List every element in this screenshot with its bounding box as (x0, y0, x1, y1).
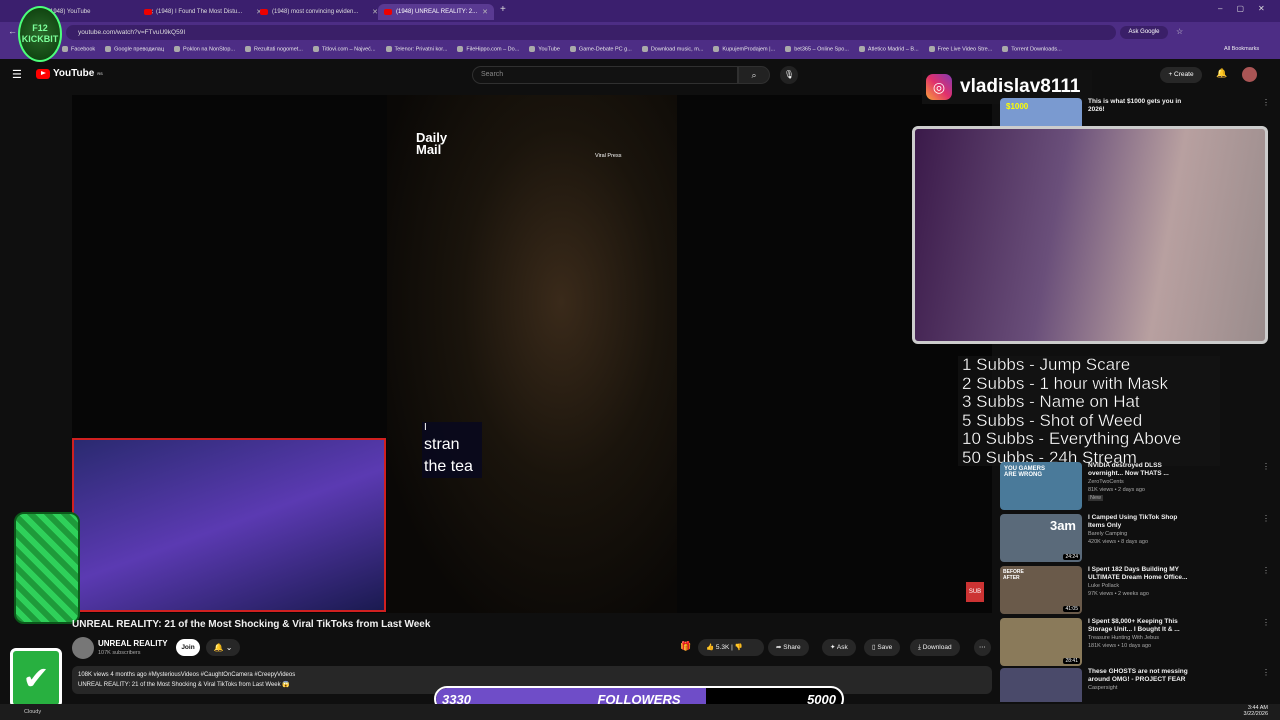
video-thumbnail: YOU GAMERS ARE WRONG (1000, 462, 1082, 510)
like-button[interactable]: 👍 5.3K | 👎 (698, 639, 764, 656)
daily-mail-watermark: Daily Mail (416, 130, 448, 157)
ask-button[interactable]: ✦ Ask (822, 639, 856, 656)
notification-bell-icon[interactable]: 🔔 (1216, 68, 1227, 79)
thumbs-up-icon: 👍 (706, 644, 715, 651)
youtube-play-icon (36, 68, 50, 79)
instagram-handle: vladislav8111 (960, 76, 1081, 97)
browser-tab[interactable]: (1948) most convincing eviden... ✕ (254, 4, 384, 20)
sub-goal: 2 Subbs - 1 hour with Mask (962, 373, 1168, 393)
download-button[interactable]: ⤓ Download (910, 639, 960, 656)
bookmark-item[interactable]: Atletico Madrid – B... (859, 46, 919, 56)
bookmark-item[interactable]: bet365 – Online Spo... (785, 46, 849, 56)
youtube-favicon-icon (384, 9, 392, 15)
weather-status: Cloudy (24, 709, 42, 715)
video-caption: I stran the tea (422, 422, 482, 478)
decorative-can-image (14, 512, 80, 624)
bookmark-item[interactable]: Torrent Downloads... (1002, 46, 1061, 56)
browser-tab-bar: (1948) YouTube✕ (1948) I Found The Most … (0, 0, 1280, 22)
bookmark-item[interactable]: Titlovi.com – Najveć... (313, 46, 376, 56)
more-options-icon[interactable]: ⋮ (1262, 618, 1270, 668)
sidebar-video-item[interactable]: 28:41 I Spent $8,000+ Keeping This Stora… (1000, 618, 1270, 668)
video-frame[interactable] (387, 95, 677, 613)
share-button[interactable]: ➦ Share (768, 639, 809, 656)
search-icon[interactable]: ⌕ (738, 66, 770, 84)
microphone-icon[interactable]: 🎙 (780, 66, 798, 84)
avatar[interactable] (1242, 67, 1257, 82)
bookmark-item[interactable]: Google преводилац (105, 46, 164, 56)
subscriber-count: 107K subscribers (98, 650, 141, 656)
url-input[interactable]: youtube.com/watch?v=FTvuU9kQ59I (66, 25, 1116, 40)
bell-icon: 🔔 (213, 643, 224, 652)
video-thumbnail: 28:41 (1000, 618, 1082, 666)
sub-goals-overlay: 1 Subbs - Jump Scare 2 Subbs - 1 hour wi… (958, 355, 1220, 466)
bookmark-item[interactable]: Free Live Video Stre... (929, 46, 993, 56)
chevron-down-icon: ⌄ (225, 643, 233, 652)
bookmark-item[interactable]: Game-Debate PC g... (570, 46, 632, 56)
save-button[interactable]: ▯ Save (864, 639, 901, 656)
bookmark-item[interactable]: Telenor: Privatni kor... (386, 46, 448, 56)
gift-icon[interactable]: 🎁 (680, 641, 691, 652)
more-options-icon[interactable]: ⋮ (1262, 566, 1270, 616)
share-icon: ➦ (776, 644, 782, 651)
bookmark-item[interactable]: Rezultati nogomet... (245, 46, 303, 56)
bookmark-item[interactable]: KupujemProdajem |... (713, 46, 775, 56)
bookmark-item[interactable]: Poklon na NonStop... (174, 46, 235, 56)
youtube-favicon-icon (144, 9, 152, 15)
video-stats: 108K views 4 months ago #MysteriousVideo… (78, 672, 296, 678)
video-title: UNREAL REALITY: 21 of the Most Shocking … (72, 619, 431, 630)
join-button[interactable]: Join (176, 639, 200, 656)
sidebar-video-item[interactable]: These GHOSTS are not messing around OMG!… (1000, 668, 1270, 702)
f12-kickbit-logo: F12 KICKBIT (18, 6, 62, 62)
new-tab-icon[interactable]: + (500, 4, 506, 15)
sidebar-video-item[interactable]: YOU GAMERS ARE WRONG NVIDIA destroyed DL… (1000, 462, 1270, 512)
browser-tab-active[interactable]: (1948) UNREAL REALITY: 2... ✕ (378, 4, 494, 20)
more-options-icon[interactable]: ⋮ (1262, 668, 1270, 702)
ask-google-button[interactable]: Ask Google (1120, 26, 1168, 39)
channel-name[interactable]: UNREAL REALITY (98, 639, 168, 648)
browser-tab[interactable]: (1948) I Found The Most Distu...✕ (138, 4, 268, 20)
bookmarks-bar: Facebook Google преводилац Poklon na Non… (0, 43, 1280, 59)
instagram-icon: ◎ (926, 74, 952, 100)
subscribe-watermark-icon[interactable]: SUB (966, 582, 984, 602)
search-input[interactable]: Search (472, 66, 738, 84)
sub-goal: 3 Subbs - Name on Hat (962, 392, 1140, 411)
video-thumbnail: 3am 24:24 (1000, 514, 1082, 562)
download-icon: ⤓ (918, 644, 921, 651)
bookmark-item[interactable]: Facebook (62, 46, 95, 56)
youtube-logo[interactable]: YouTube RS (36, 68, 103, 79)
channel-avatar[interactable] (72, 637, 94, 659)
sub-goal: 1 Subbs - Jump Scare (962, 355, 1131, 374)
bookmark-icon: ▯ (872, 644, 876, 651)
more-options-icon[interactable]: ⋮ (1262, 462, 1270, 512)
all-bookmarks-link[interactable]: All Bookmarks (1224, 46, 1259, 52)
bookmark-star-icon[interactable]: ☆ (1176, 27, 1183, 36)
streamer-webcam-frame (72, 438, 386, 612)
system-clock[interactable]: 3:44 AM 3/22/2026 (1244, 705, 1268, 717)
streamer-webcam-frame (912, 126, 1268, 344)
more-options-icon[interactable]: ⋮ (1262, 514, 1270, 564)
video-thumbnail (1000, 668, 1082, 702)
sub-goal: 5 Subbs - Shot of Weed (962, 410, 1143, 430)
sidebar-video-item[interactable]: BEFORE AFTER 41:05 I Spent 182 Days Build… (1000, 566, 1270, 616)
close-tab-icon[interactable]: ✕ (482, 8, 488, 16)
subscription-bell-button[interactable]: 🔔 ⌄ (206, 639, 240, 656)
sparkle-icon: ✦ (830, 644, 836, 651)
windows-taskbar: Cloudy (0, 704, 1280, 720)
more-actions-icon[interactable]: ⋯ (974, 639, 991, 656)
hamburger-menu-icon[interactable]: ☰ (12, 68, 22, 81)
video-thumbnail: BEFORE AFTER 41:05 (1000, 566, 1082, 614)
viral-press-credit: Viral Press (595, 153, 622, 159)
bookmark-item[interactable]: Download music, m... (642, 46, 704, 56)
sub-goal: 10 Subbs - Everything Above (962, 429, 1182, 448)
window-controls[interactable]: –▢✕ (1218, 4, 1279, 13)
checkmark-badge-icon: ✔ (10, 648, 62, 708)
bookmark-item[interactable]: FileHippo.com – Do... (457, 46, 519, 56)
youtube-favicon-icon (260, 9, 268, 15)
create-button[interactable]: + Create (1160, 67, 1202, 83)
new-badge: New (1088, 495, 1104, 501)
bookmark-item[interactable]: YouTube (529, 46, 560, 56)
sidebar-video-item[interactable]: 3am 24:24 I Camped Using TikTok Shop Item… (1000, 514, 1270, 564)
thumbs-down-icon: 👎 (734, 644, 743, 651)
